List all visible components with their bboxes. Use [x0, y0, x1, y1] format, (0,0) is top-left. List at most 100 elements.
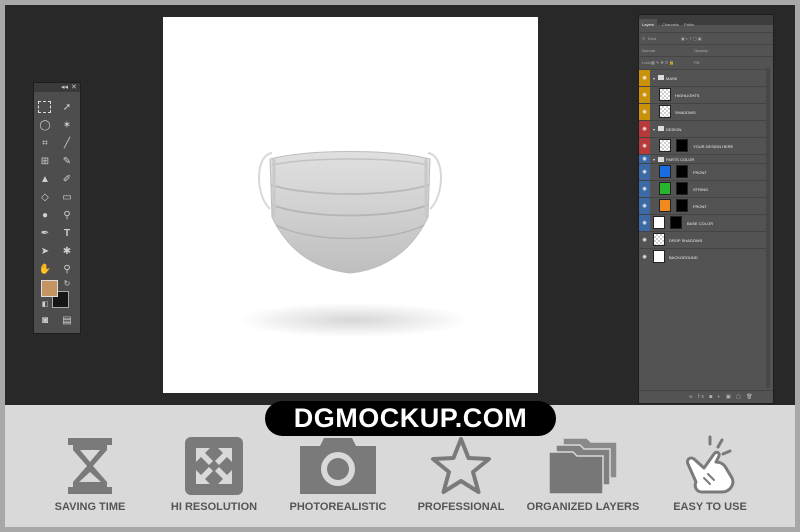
- layer-action-icons[interactable]: ∞ fx ◙ ◐ ▣ ▢ 🗑: [689, 394, 755, 400]
- eyedropper-icon[interactable]: ╱: [60, 137, 74, 151]
- layer-mask-thumbnail: [670, 216, 682, 229]
- color-fill-thumbnail: [659, 199, 671, 212]
- color-fill-thumbnail: [653, 216, 665, 229]
- layer-name: BASE COLOR: [687, 221, 714, 226]
- layer-name: STRING: [693, 187, 709, 192]
- zoom-tool-icon[interactable]: ⚲: [60, 263, 74, 277]
- screen-mode-icon[interactable]: ▤: [60, 314, 74, 328]
- layer-name: MASK: [666, 76, 678, 81]
- opacity-label: Opacity:: [694, 48, 709, 53]
- eye-icon[interactable]: ◉: [639, 249, 650, 265]
- face-mask-image: [258, 151, 442, 274]
- layer-thumbnail: [659, 105, 671, 118]
- feature-label-organized-layers: ORGANIZED LAYERS: [526, 501, 640, 513]
- history-brush-icon[interactable]: ✐: [60, 173, 74, 187]
- eye-icon[interactable]: ◉: [639, 121, 650, 137]
- type-tool-icon[interactable]: T: [60, 227, 74, 241]
- feature-label-easy-to-use: EASY TO USE: [673, 501, 747, 513]
- pen-tool-icon[interactable]: ✒: [38, 227, 52, 241]
- clone-stamp-icon[interactable]: ▲: [38, 173, 52, 187]
- filter-type-icons[interactable]: ▣ ◐ T ▢ ▣: [681, 36, 702, 41]
- lock-icons[interactable]: ▩ ✎ ✥ ⊡ 🔒: [651, 60, 674, 65]
- layer-name: SHADOWS: [675, 110, 696, 115]
- layer-mask-group[interactable]: ◉ ▾ MASK: [639, 69, 767, 86]
- camera-icon: [300, 438, 376, 494]
- layer-mask-thumbnail: [676, 165, 688, 178]
- eye-icon[interactable]: ◉: [639, 215, 650, 231]
- feature-label-professional: PROFESSIONAL: [417, 501, 505, 513]
- collapse-icon[interactable]: ◂◂: [61, 83, 68, 92]
- color-fill-thumbnail: [659, 182, 671, 195]
- fill-label: Fill:: [694, 60, 701, 65]
- layer-front-orange[interactable]: ◉ FRONT: [639, 197, 767, 214]
- lasso-tool-icon[interactable]: ◯: [38, 119, 52, 133]
- marquee-tool-icon[interactable]: [38, 101, 51, 113]
- layer-name: PARTS COLOR: [666, 157, 695, 162]
- layer-your-design-here[interactable]: ◉ YOUR DESIGN HERE: [639, 137, 767, 154]
- layers-panel: Layers Channels Paths ⚲ Kind ▣ ◐ T ▢ ▣ N…: [638, 14, 774, 404]
- feature-label-hi-resolution: HI RESOLUTION: [170, 501, 258, 513]
- smart-object-thumbnail: [659, 139, 671, 152]
- mask-drop-shadow: [238, 303, 468, 337]
- eye-icon[interactable]: ◉: [639, 181, 650, 197]
- folder-icon: [658, 157, 664, 162]
- folders-icon: [548, 437, 618, 495]
- magic-wand-icon[interactable]: ✶: [60, 119, 74, 133]
- layer-base-color[interactable]: ◉ BASE COLOR: [639, 214, 767, 231]
- eye-icon[interactable]: ◉: [639, 198, 650, 214]
- eye-icon[interactable]: ◉: [639, 138, 650, 154]
- feature-label-saving-time: SAVING TIME: [54, 501, 126, 513]
- layer-mask-thumbnail: [676, 139, 688, 152]
- layer-name: BACKGROUND: [669, 255, 698, 260]
- default-colors-icon[interactable]: ◧: [38, 298, 52, 312]
- eye-icon[interactable]: ◉: [639, 164, 650, 180]
- eye-icon[interactable]: ◉: [639, 104, 650, 120]
- eye-icon[interactable]: ◉: [639, 155, 650, 163]
- layer-highlights[interactable]: ◉ HIGHLIGHTS: [639, 86, 767, 103]
- layer-name: DESIGN: [666, 127, 682, 132]
- eye-icon[interactable]: ◉: [639, 232, 650, 248]
- shape-tool-icon[interactable]: ✱: [60, 245, 74, 259]
- gradient-tool-icon[interactable]: ▭: [60, 191, 74, 205]
- blur-tool-icon[interactable]: ●: [38, 209, 52, 223]
- eye-icon[interactable]: ◉: [639, 87, 650, 103]
- dodge-tool-icon[interactable]: ⚲: [60, 209, 74, 223]
- brand-label: DGMOCKUP.COM: [265, 401, 556, 436]
- layers-panel-tabs: Layers Channels Paths: [639, 19, 773, 31]
- filter-search-icon[interactable]: ⚲: [642, 36, 645, 41]
- eraser-tool-icon[interactable]: ◇: [38, 191, 52, 205]
- crop-tool-icon[interactable]: ⌗: [38, 137, 52, 151]
- tab-layers[interactable]: Layers: [639, 19, 658, 31]
- layer-shadows[interactable]: ◉ SHADOWS: [639, 103, 767, 120]
- swap-colors-icon[interactable]: ↻: [60, 277, 74, 291]
- panel-scrollbar[interactable]: [766, 68, 770, 388]
- star-icon: [431, 437, 491, 494]
- expand-arrows-icon: [185, 437, 243, 495]
- move-tool-icon[interactable]: ➚: [60, 101, 74, 115]
- close-icon[interactable]: ✕: [71, 83, 77, 92]
- layer-drop-shadows[interactable]: ◉ DROP SHADOWS: [639, 231, 767, 248]
- hand-tool-icon[interactable]: ✋: [38, 263, 52, 277]
- layer-thumbnail: [653, 233, 665, 246]
- layer-parts-color-group[interactable]: ◉ ▾ PARTS COLOR: [639, 154, 767, 163]
- layer-thumbnail: [659, 88, 671, 101]
- tab-channels[interactable]: Channels: [659, 19, 682, 31]
- brush-tool-icon[interactable]: ✎: [60, 155, 74, 169]
- layer-thumbnail: [653, 250, 665, 263]
- layer-front-blue[interactable]: ◉ FRONT: [639, 163, 767, 180]
- healing-brush-icon[interactable]: ⊞: [38, 155, 52, 169]
- layer-design-group[interactable]: ◉ ▾ DESIGN: [639, 120, 767, 137]
- hourglass-icon: [68, 438, 112, 494]
- feature-label-photorealistic: PHOTOREALISTIC: [289, 501, 387, 513]
- blend-mode-select[interactable]: Normal: [642, 48, 655, 53]
- tab-paths[interactable]: Paths: [681, 19, 697, 31]
- eye-icon[interactable]: ◉: [639, 70, 650, 86]
- quick-mask-icon[interactable]: ◙: [38, 314, 52, 328]
- blend-mode-row: Normal Opacity:: [639, 44, 773, 56]
- foreground-color-swatch[interactable]: [41, 280, 58, 297]
- layer-name: FRONT: [693, 204, 707, 209]
- layer-background[interactable]: ◉ BACKGROUND: [639, 248, 767, 265]
- layer-string[interactable]: ◉ STRING: [639, 180, 767, 197]
- path-selection-icon[interactable]: ➤: [38, 245, 52, 259]
- filter-kind-select[interactable]: Kind: [648, 36, 656, 41]
